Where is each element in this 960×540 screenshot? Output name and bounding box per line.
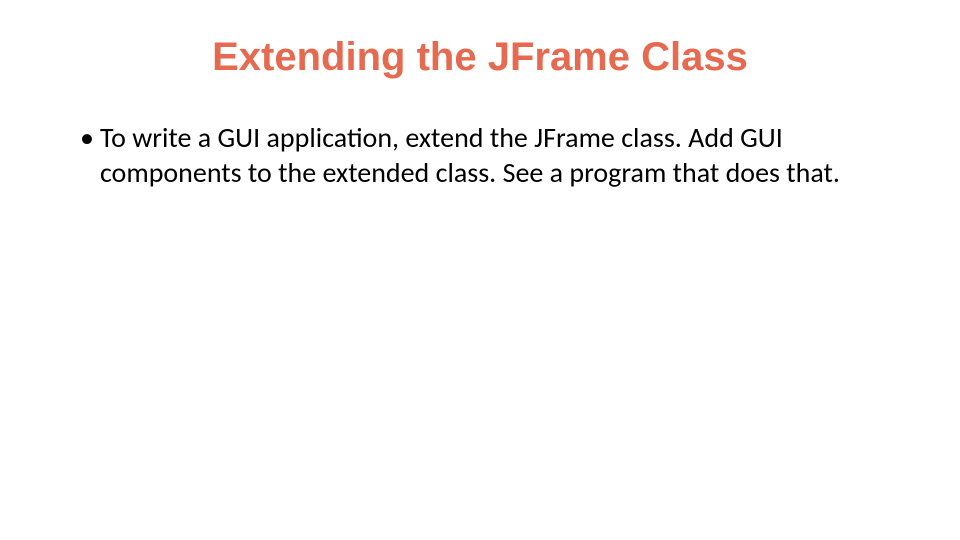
- slide-title: Extending the JFrame Class: [70, 35, 890, 80]
- slide-container: Extending the JFrame Class • To write a …: [0, 0, 960, 540]
- bullet-marker: •: [80, 120, 94, 155]
- bullet-text: To write a GUI application, extend the J…: [100, 120, 890, 190]
- slide-content: • To write a GUI application, extend the…: [70, 120, 890, 190]
- bullet-item: • To write a GUI application, extend the…: [80, 120, 890, 190]
